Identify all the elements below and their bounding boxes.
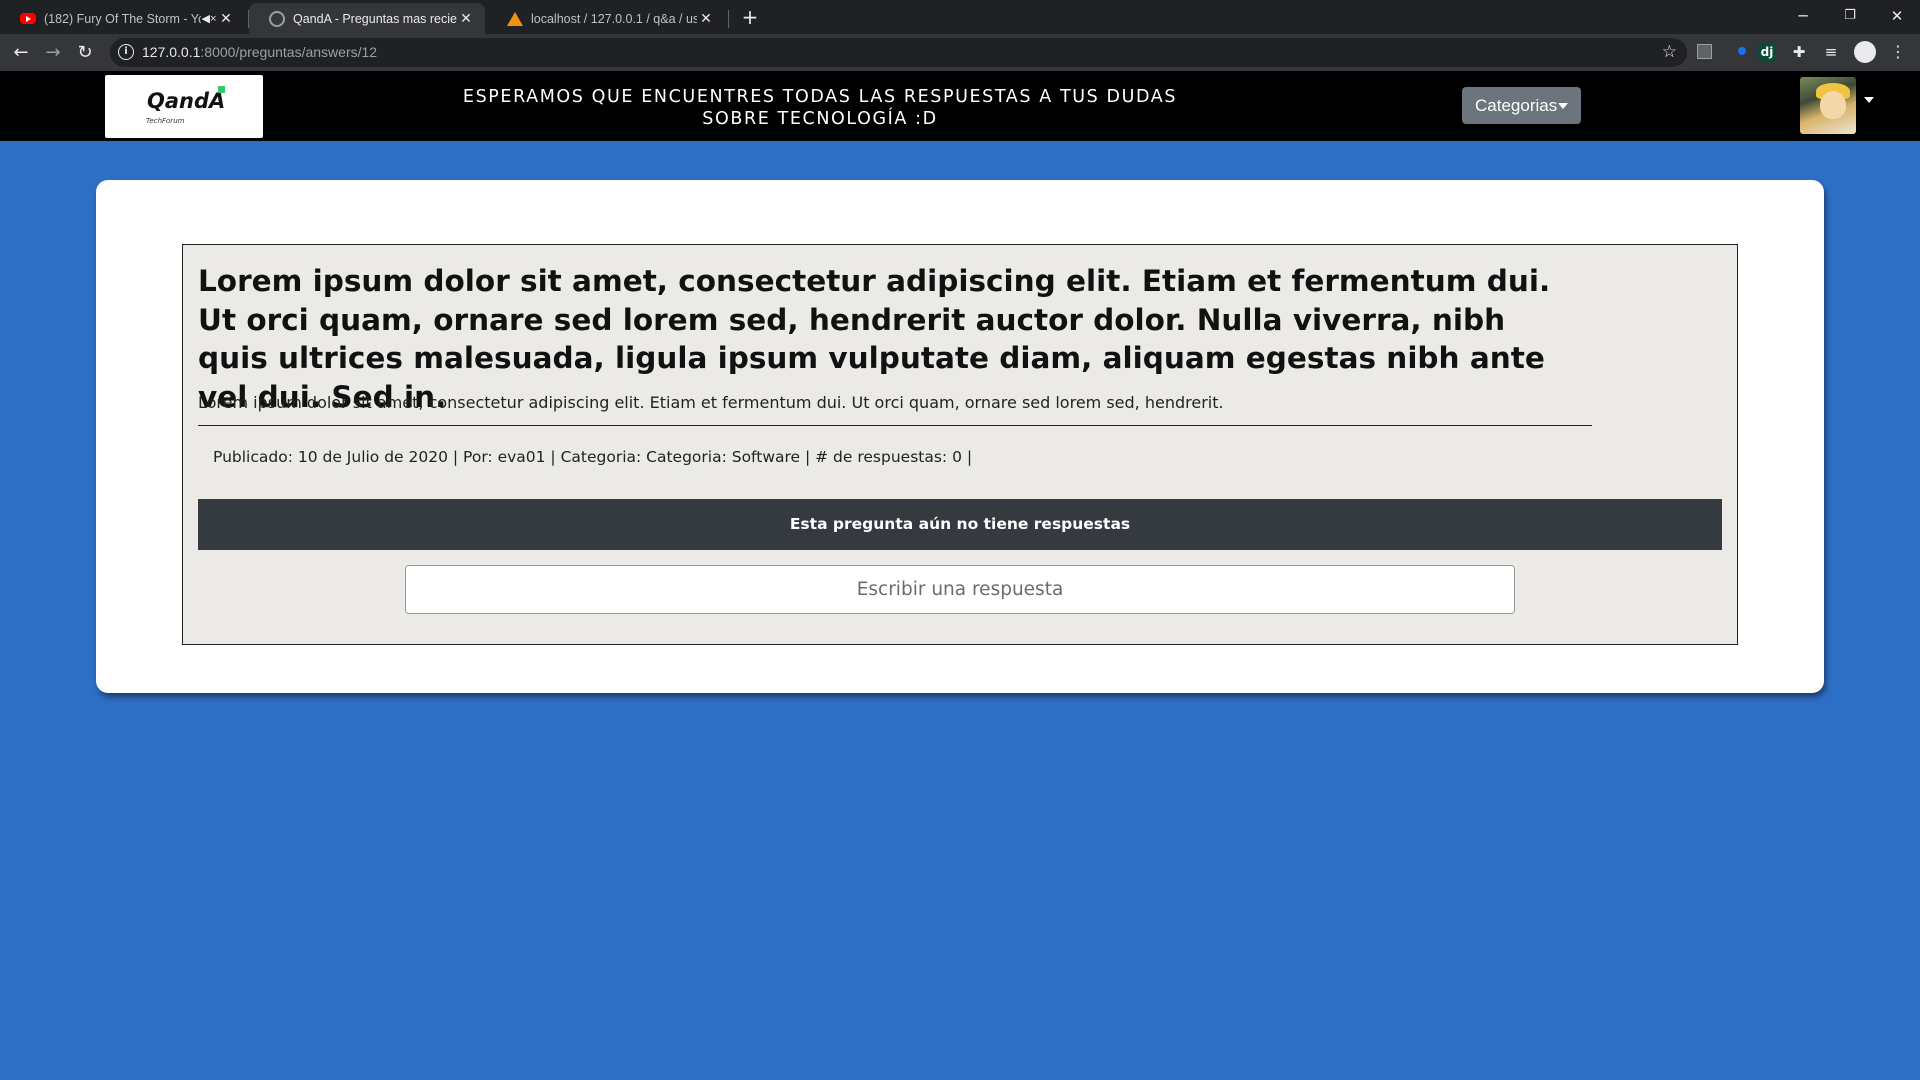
- question-body: Lorem ipsum dolor sit amet, consectetur …: [198, 393, 1224, 412]
- forward-arrow-icon[interactable]: →: [40, 40, 66, 66]
- back-arrow-icon[interactable]: ←: [8, 40, 34, 66]
- question-divider: [198, 425, 1592, 426]
- question-meta: Publicado: 10 de Julio de 2020 | Por: ev…: [213, 448, 973, 466]
- url-path: :8000/preguntas/answers/12: [200, 44, 378, 60]
- tagline-line-2: SOBRE TECNOLOGÍA :D: [702, 109, 938, 129]
- tab-divider: [728, 10, 729, 28]
- close-window-icon[interactable]: ✕: [1874, 0, 1920, 34]
- close-tab-icon[interactable]: ✕: [217, 10, 235, 27]
- reload-icon[interactable]: ↻: [72, 40, 98, 66]
- media-control-icon[interactable]: ≡: [1822, 43, 1840, 61]
- site-info-icon[interactable]: i: [118, 44, 134, 60]
- tab-title: QandA - Preguntas mas recientes: [293, 11, 457, 26]
- no-answers-banner: Esta pregunta aún no tiene respuestas: [198, 499, 1722, 550]
- browser-toolbar: ← → ↻ i 127.0.0.1:8000/preguntas/answers…: [0, 34, 1920, 71]
- new-tab-button[interactable]: +: [738, 5, 762, 29]
- globe-icon: [269, 10, 285, 27]
- url-host: 127.0.0.1: [142, 44, 201, 60]
- django-icon[interactable]: dj: [1758, 43, 1776, 61]
- avatar-face: [1820, 91, 1846, 119]
- tagline-line-1: ESPERAMOS QUE ENCUENTRES TODAS LAS RESPU…: [462, 87, 1178, 107]
- tab-title: (182) Fury Of The Storm - Yo: [44, 11, 201, 26]
- logo-mark-icon: [218, 86, 225, 93]
- bookmark-star-icon[interactable]: ☆: [1662, 42, 1677, 62]
- restore-window-icon[interactable]: ❐: [1827, 0, 1873, 34]
- user-avatar[interactable]: [1800, 77, 1856, 134]
- logo-text: QandA: [147, 89, 226, 113]
- puzzle-icon[interactable]: ✚: [1790, 43, 1808, 61]
- chevron-down-icon: [1558, 103, 1568, 109]
- browser-tab-bar: (182) Fury Of The Storm - Yo ◀× ✕ QandA …: [0, 0, 1920, 34]
- tab-phpmyadmin[interactable]: localhost / 127.0.0.1 / q&a / usua ✕: [487, 3, 725, 34]
- close-tab-icon[interactable]: ✕: [697, 10, 715, 27]
- site-logo[interactable]: QandA TechForum: [105, 75, 263, 138]
- close-tab-icon[interactable]: ✕: [457, 10, 475, 27]
- categories-label: Categorias: [1475, 96, 1558, 115]
- tab-title: localhost / 127.0.0.1 / q&a / usua: [531, 11, 697, 26]
- categories-dropdown-button[interactable]: Categorias: [1462, 87, 1581, 124]
- profile-icon[interactable]: [1854, 41, 1876, 63]
- browser-menu-icon[interactable]: ⋮: [1889, 43, 1907, 61]
- speaker-mute-icon[interactable]: ◀×: [201, 12, 217, 25]
- site-tagline: ESPERAMOS QUE ENCUENTRES TODAS LAS RESPU…: [440, 86, 1200, 130]
- answer-input[interactable]: [405, 565, 1515, 614]
- address-bar[interactable]: i 127.0.0.1:8000/preguntas/answers/12 ☆: [110, 38, 1687, 67]
- url-text[interactable]: 127.0.0.1:8000/preguntas/answers/12: [142, 44, 377, 60]
- tab-qanda[interactable]: QandA - Preguntas mas recientes ✕: [249, 3, 485, 34]
- extension-square-icon[interactable]: [1697, 44, 1712, 59]
- tab-youtube[interactable]: (182) Fury Of The Storm - Yo ◀× ✕: [0, 3, 245, 34]
- user-menu-caret-icon[interactable]: [1864, 97, 1874, 103]
- logo-subtext: TechForum: [146, 117, 185, 125]
- youtube-icon: [20, 13, 36, 24]
- extension-dot-icon[interactable]: [1733, 43, 1751, 61]
- phpmyadmin-icon: [507, 11, 523, 26]
- minimize-window-icon[interactable]: ─: [1780, 0, 1826, 34]
